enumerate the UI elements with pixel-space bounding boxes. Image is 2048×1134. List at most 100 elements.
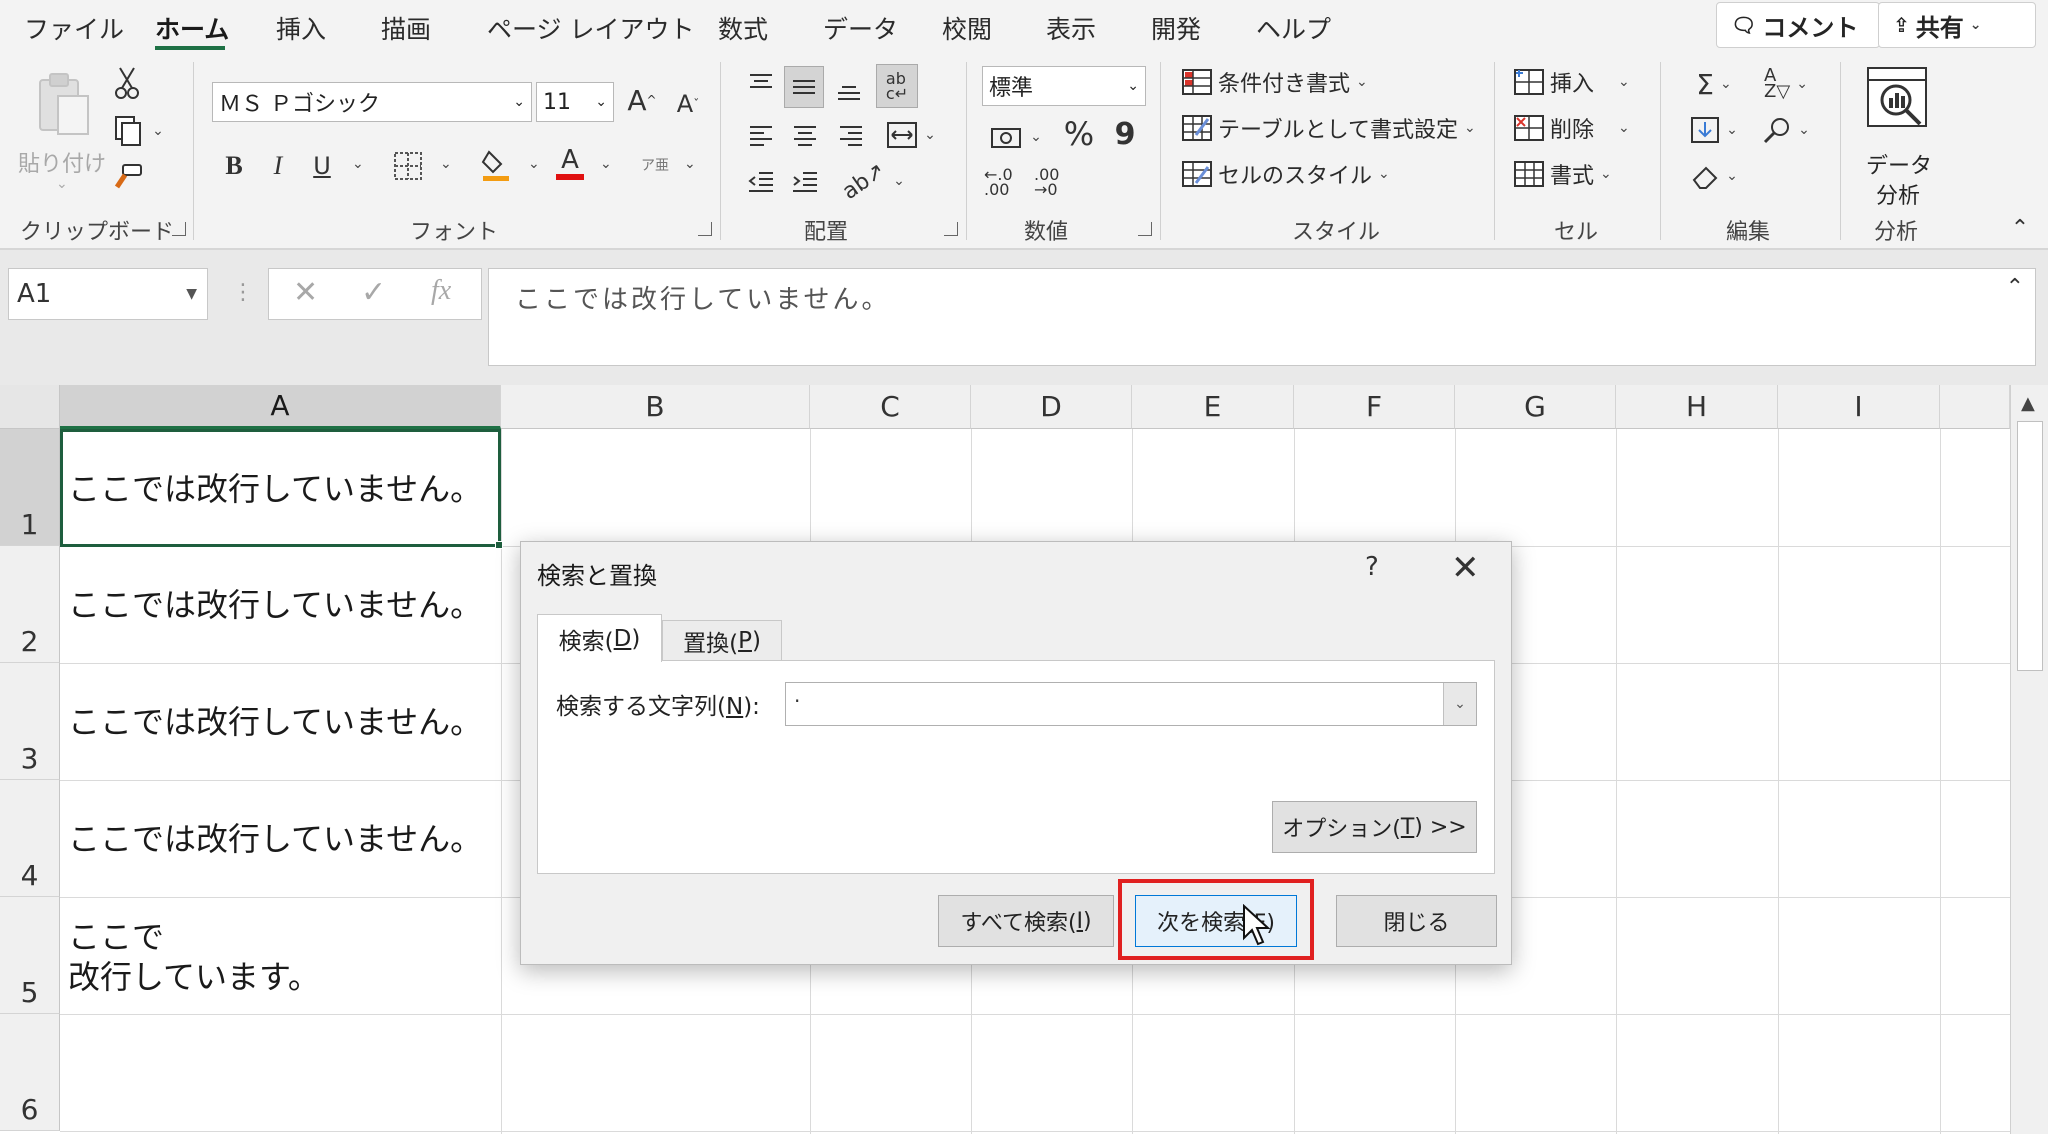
options-button[interactable]: オプション(T) >> (1272, 801, 1477, 853)
clear-button[interactable]: ⌄ (1684, 158, 1744, 194)
column-header-e[interactable]: E (1132, 385, 1294, 429)
formula-input[interactable]: ここでは改行していません。 ⌃ (488, 268, 2036, 366)
cell-a4[interactable]: ここでは改行していません。 (68, 819, 482, 859)
align-right-icon[interactable] (834, 118, 868, 152)
collapse-ribbon-icon[interactable]: ⌃ (2004, 212, 2036, 244)
tab-file[interactable]: ファイル (24, 10, 124, 46)
increase-indent-icon[interactable] (788, 164, 822, 198)
decrease-decimal-button[interactable]: .00 →0 (1034, 162, 1078, 202)
column-header-b[interactable]: B (501, 385, 810, 429)
column-header-h[interactable]: H (1616, 385, 1778, 429)
number-format-combo[interactable]: 標準 ⌄ (982, 66, 1146, 106)
font-color-button[interactable]: A (554, 140, 586, 186)
fill-handle[interactable] (495, 541, 503, 549)
tab-review[interactable]: 校閲 (942, 10, 992, 46)
delete-cells-button[interactable]: 削除 ⌄ (1514, 112, 1630, 144)
tab-home[interactable]: ホーム (155, 10, 229, 46)
fill-color-icon[interactable] (478, 142, 514, 186)
align-top-icon[interactable] (744, 66, 778, 100)
cut-icon[interactable] (110, 66, 144, 100)
orientation-button[interactable]: ab↗ ⌄ (838, 158, 906, 205)
conditional-formatting-button[interactable]: 条件付き書式 ⌄ (1182, 66, 1368, 98)
fill-button[interactable]: ⌄ (1684, 112, 1744, 148)
chevron-down-icon[interactable]: ⌄ (1443, 683, 1476, 725)
column-header-c[interactable]: C (810, 385, 971, 429)
align-left-icon[interactable] (744, 118, 778, 152)
tab-help[interactable]: ヘルプ (1256, 10, 1331, 46)
column-header-i[interactable]: I (1778, 385, 1940, 429)
tab-formulas[interactable]: 数式 (718, 10, 768, 46)
number-launcher-icon[interactable] (1138, 222, 1152, 236)
cell-a5-line2[interactable]: 改行しています。 (68, 957, 320, 997)
percent-button[interactable]: % (1060, 114, 1098, 154)
cell-a3[interactable]: ここでは改行していません。 (68, 702, 482, 742)
row-header-3[interactable]: 3 (0, 663, 60, 780)
insert-function-icon[interactable]: fx (431, 275, 451, 307)
sort-filter-button[interactable]: A Z▽ ⌄ (1756, 66, 1816, 102)
alignment-launcher-icon[interactable] (944, 222, 958, 236)
column-header-d[interactable]: D (971, 385, 1132, 429)
help-button[interactable]: ? (1365, 552, 1379, 582)
comma-style-button[interactable]: 9 (1110, 114, 1140, 154)
paste-button[interactable]: 貼り付け ⌄ (16, 66, 106, 196)
comment-button[interactable]: 🗨 コメント (1716, 2, 1880, 48)
underline-button[interactable]: U (306, 146, 338, 186)
align-center-icon[interactable] (788, 118, 822, 152)
align-bottom-icon[interactable] (832, 72, 866, 106)
column-header-g[interactable]: G (1455, 385, 1616, 429)
confirm-entry-icon[interactable]: ✓ (361, 275, 386, 310)
row-header-4[interactable]: 4 (0, 780, 60, 897)
scroll-up-icon[interactable]: ▲ (2021, 393, 2035, 414)
select-all-button[interactable] (0, 385, 60, 429)
row-header-2[interactable]: 2 (0, 546, 60, 663)
wrap-text-icon[interactable]: ab c↵ (876, 64, 918, 108)
close-icon[interactable]: ✕ (1451, 548, 1480, 588)
increase-decimal-button[interactable]: ←.0 .00 (984, 162, 1028, 202)
clipboard-launcher-icon[interactable] (172, 222, 186, 236)
copy-button[interactable]: ⌄ (108, 114, 168, 148)
tab-replace[interactable]: 置換(P) (662, 620, 782, 661)
merge-center-button[interactable]: ⌄ (878, 116, 944, 154)
cell-styles-button[interactable]: セルのスタイル ⌄ (1182, 158, 1390, 190)
grow-font-button[interactable]: A ^ (624, 80, 660, 120)
borders-icon[interactable] (390, 146, 426, 186)
tab-developer[interactable]: 開発 (1151, 10, 1201, 46)
tab-find[interactable]: 検索(D) (537, 614, 662, 662)
name-box[interactable]: A1 ▼ (8, 268, 208, 320)
close-button[interactable]: 閉じる (1336, 895, 1497, 947)
find-what-input[interactable]: . (785, 682, 1477, 726)
collapse-formula-bar-icon[interactable]: ⌃ (2006, 275, 2027, 300)
tab-page-layout[interactable]: ページ レイアウト (487, 10, 694, 46)
font-launcher-icon[interactable] (698, 222, 712, 236)
shrink-font-button[interactable]: Aˇ (670, 84, 706, 124)
cancel-entry-icon[interactable]: ✕ (293, 275, 318, 310)
font-size-combo[interactable]: 11 ⌄ (536, 82, 614, 122)
tab-draw[interactable]: 描画 (381, 10, 431, 46)
find-all-button[interactable]: すべて検索(I) (938, 895, 1114, 947)
column-header-f[interactable]: F (1294, 385, 1455, 429)
insert-cells-button[interactable]: 挿入 ⌄ (1514, 66, 1630, 98)
bold-button[interactable]: B (218, 146, 250, 186)
autosum-button[interactable]: Σ ⌄ (1684, 66, 1744, 102)
decrease-indent-icon[interactable] (744, 164, 778, 198)
cell-a5-line1[interactable]: ここで (68, 917, 164, 957)
row-header-5[interactable]: 5 (0, 897, 60, 1014)
tab-insert[interactable]: 挿入 (276, 10, 326, 46)
format-as-table-button[interactable]: テーブルとして書式設定 ⌄ (1182, 112, 1476, 144)
tab-data[interactable]: データ (823, 10, 898, 46)
format-cells-button[interactable]: 書式 ⌄ (1514, 158, 1612, 190)
phonetic-guide-button[interactable]: ア亜 (640, 146, 670, 186)
format-painter-icon[interactable] (110, 162, 144, 196)
vertical-scrollbar[interactable]: ▲ (2010, 385, 2048, 1134)
accounting-format-button[interactable]: ⌄ (984, 118, 1048, 156)
font-name-combo[interactable]: ＭＳ Ｐゴシック ⌄ (212, 82, 532, 122)
row-header-1[interactable]: 1 (0, 429, 60, 546)
tab-view[interactable]: 表示 (1046, 10, 1096, 46)
italic-button[interactable]: I (262, 146, 294, 186)
column-header-a[interactable]: A (60, 385, 501, 429)
scrollbar-thumb[interactable] (2017, 421, 2043, 671)
data-analysis-button[interactable]: データ 分析 (1862, 66, 1932, 209)
find-select-button[interactable]: ⌄ (1756, 112, 1816, 148)
row-header-6[interactable]: 6 (0, 1014, 60, 1131)
share-button[interactable]: ⇪ 共有 ⌄ (1878, 2, 2036, 48)
